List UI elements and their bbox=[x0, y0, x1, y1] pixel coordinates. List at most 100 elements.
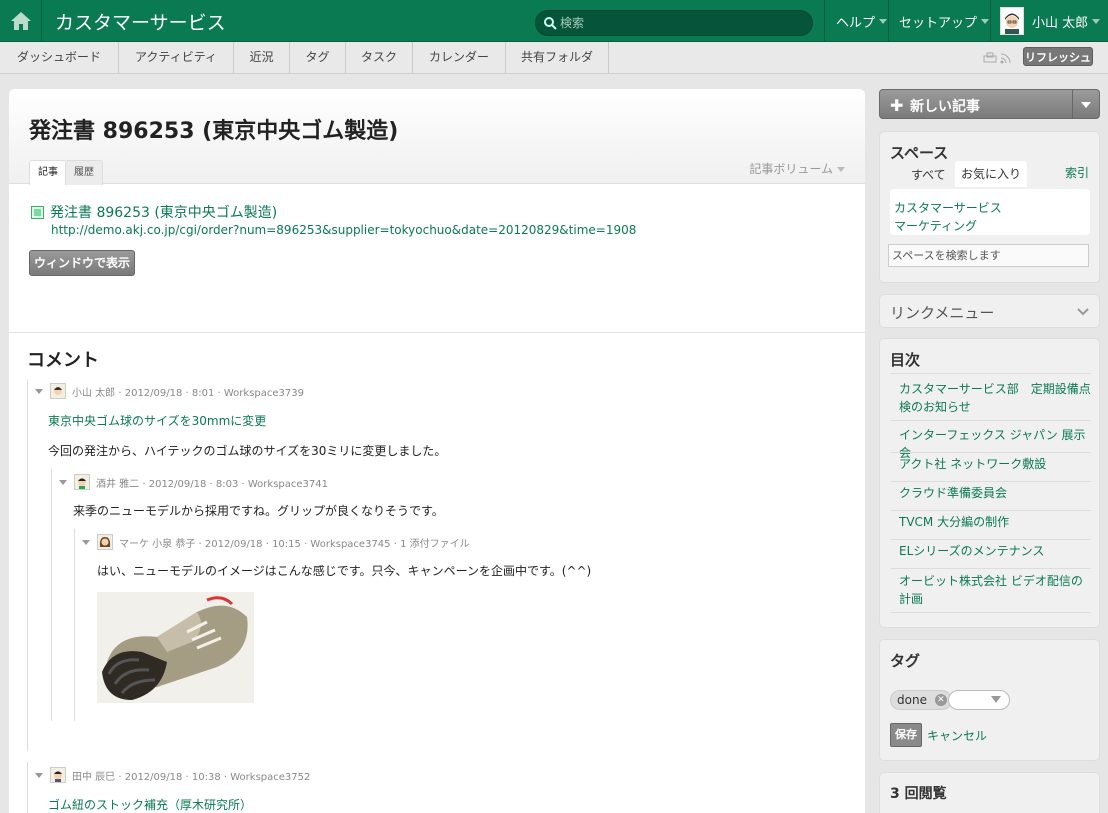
comment-meta-text: 田中 辰巳 · 2012/09/18 · 10:38 · Workspace37… bbox=[72, 771, 311, 783]
chevron-down-icon[interactable] bbox=[1081, 102, 1091, 108]
new-article-label: 新しい記事 bbox=[910, 99, 980, 115]
views-panel: 3 回閲覧 bbox=[879, 772, 1100, 813]
setup-menu[interactable]: セットアップ bbox=[888, 0, 990, 42]
thread-line bbox=[74, 529, 75, 721]
cancel-link[interactable]: キャンセル bbox=[927, 727, 987, 744]
spaces-title: スペース bbox=[890, 144, 949, 162]
comment-meta: マーケ 小泉 恭子 · 2012/09/18 · 10:15 · Workspa… bbox=[82, 534, 470, 550]
app-title[interactable]: カスタマーサービス bbox=[55, 8, 226, 35]
tab-favorite-spaces[interactable]: お気に入り bbox=[955, 161, 1028, 187]
tag-chip: done ✕ bbox=[890, 690, 952, 710]
document-icon bbox=[31, 205, 44, 219]
collapse-icon[interactable] bbox=[59, 479, 67, 485]
search-icon bbox=[544, 17, 557, 30]
chevron-down-icon bbox=[879, 18, 888, 24]
comment-meta-text: 酒井 雅二 · 2012/09/18 · 8:03 · Workspace374… bbox=[96, 478, 328, 490]
toc-title: 目次 bbox=[890, 351, 921, 369]
comment-meta-text: マーケ 小泉 恭子 · 2012/09/18 · 10:15 · Workspa… bbox=[119, 538, 470, 550]
collapse-icon[interactable] bbox=[82, 539, 90, 545]
home-icon[interactable] bbox=[0, 0, 42, 42]
volume-menu[interactable]: 記事ボリューム bbox=[749, 160, 845, 177]
comment-body: はい、ニューモデルのイメージはこんな感じです。只今、キャンペーンを企画中です。(… bbox=[97, 564, 592, 578]
toc-item[interactable]: オービット株式会社 ビデオ配信の計画 bbox=[890, 572, 1091, 613]
link-menu-panel[interactable]: リンクメニュー bbox=[879, 294, 1100, 328]
list-item[interactable]: マーケティング bbox=[894, 217, 977, 234]
chevron-down-icon bbox=[981, 18, 990, 24]
article-url[interactable]: http://demo.akj.co.jp/cgi/order?num=8962… bbox=[51, 223, 636, 237]
attachment-image[interactable] bbox=[97, 592, 254, 703]
avatar bbox=[97, 534, 113, 550]
tab-status[interactable]: 近況 bbox=[234, 42, 290, 73]
close-icon[interactable]: ✕ bbox=[934, 694, 947, 706]
collapse-icon[interactable] bbox=[35, 772, 43, 778]
avatar bbox=[1000, 7, 1024, 35]
list-item[interactable]: カスタマーサービス bbox=[894, 199, 1002, 216]
chevron-down-icon[interactable] bbox=[991, 696, 1001, 703]
chevron-down-icon bbox=[837, 167, 845, 172]
avatar bbox=[50, 383, 66, 399]
open-window-button[interactable]: ウィンドウで表示 bbox=[29, 250, 135, 276]
toc-item[interactable]: カスタマーサービス部 定期設備点検のお知らせ bbox=[890, 380, 1091, 421]
spaces-list: カスタマーサービス マーケティング bbox=[890, 189, 1090, 235]
comment-body: 来季のニューモデルから採用ですね。グリップが良くなりそうです。 bbox=[73, 504, 444, 518]
space-search-input[interactable]: スペースを検索します bbox=[888, 244, 1089, 267]
save-button[interactable]: 保存 bbox=[890, 723, 922, 747]
toc-item[interactable]: アクト社 ネットワーク敷設 bbox=[890, 455, 1091, 482]
refresh-button[interactable]: リフレッシュ bbox=[1023, 47, 1093, 66]
tab-article[interactable]: 記事 bbox=[29, 160, 67, 185]
link-menu-title: リンクメニュー bbox=[890, 304, 995, 322]
nav-icons bbox=[983, 52, 1012, 64]
article-header: 発注書 896253 (東京中央ゴム製造) 記事 履歴 記事ボリューム bbox=[9, 89, 865, 185]
new-article-button[interactable]: ✚ 新しい記事 bbox=[879, 89, 1100, 119]
avatar bbox=[50, 767, 66, 783]
collapse-icon[interactable] bbox=[35, 388, 43, 394]
tag-label: done bbox=[897, 693, 927, 707]
thread-line bbox=[27, 762, 28, 813]
user-menu[interactable]: 小山 太郎 bbox=[990, 0, 1108, 42]
divider bbox=[890, 373, 1091, 374]
tab-history[interactable]: 履歴 bbox=[65, 160, 103, 185]
setup-label: セットアップ bbox=[899, 15, 978, 31]
nav-bar: ダッシュボード アクティビティ 近況 タグ タスク カレンダー 共有フォルダ bbox=[0, 42, 1108, 74]
toc-item[interactable]: TVCM 大分編の制作 bbox=[890, 513, 1091, 540]
comments-title: コメント bbox=[27, 350, 99, 371]
tab-shared-folder[interactable]: 共有フォルダ bbox=[506, 42, 609, 73]
plus-icon: ✚ bbox=[890, 96, 904, 115]
tab-tasks[interactable]: タスク bbox=[346, 42, 413, 73]
comment-meta: 田中 辰巳 · 2012/09/18 · 10:38 · Workspace37… bbox=[35, 767, 310, 783]
help-label: ヘルプ bbox=[836, 15, 876, 31]
comment-meta: 酒井 雅二 · 2012/09/18 · 8:03 · Workspace374… bbox=[59, 474, 328, 490]
toc-panel: 目次 カスタマーサービス部 定期設備点検のお知らせ インターフェックス ジャパン… bbox=[879, 338, 1100, 628]
tags-title: タグ bbox=[890, 652, 921, 670]
comment-subject[interactable]: 東京中央ゴム球のサイズを30mmに変更 bbox=[48, 412, 266, 429]
tab-activity[interactable]: アクティビティ bbox=[119, 42, 234, 73]
toc-item[interactable]: ELシリーズのメンテナンス bbox=[890, 542, 1091, 569]
avatar bbox=[74, 474, 90, 490]
volume-label: 記事ボリューム bbox=[749, 162, 833, 176]
help-menu[interactable]: ヘルプ bbox=[824, 0, 888, 42]
divider bbox=[1072, 90, 1073, 118]
tab-calendar[interactable]: カレンダー bbox=[413, 42, 506, 73]
rss-icon[interactable] bbox=[1000, 52, 1012, 64]
tab-tags[interactable]: タグ bbox=[290, 42, 346, 73]
toc-item[interactable]: インターフェックス ジャパン 展示会 bbox=[890, 426, 1091, 460]
tab-dashboard[interactable]: ダッシュボード bbox=[0, 42, 119, 73]
article-link-title: 発注書 896253 (東京中央ゴム製造) bbox=[50, 205, 278, 221]
tags-panel: タグ done ✕ 保存 キャンセル bbox=[879, 639, 1100, 761]
search-input[interactable] bbox=[560, 14, 805, 32]
toc-item[interactable]: クラウド準備委員会 bbox=[890, 484, 1091, 511]
comment-body: 今回の発注から、ハイテックのゴム球のサイズを30ミリに変更しました。 bbox=[48, 444, 447, 458]
comment-subject[interactable]: ゴム紐のストック補充（厚木研究所） bbox=[48, 796, 252, 813]
chevron-down-icon bbox=[1092, 18, 1101, 24]
thread-line bbox=[51, 469, 52, 721]
index-link[interactable]: 索引 bbox=[1065, 164, 1089, 181]
tab-all-spaces[interactable]: すべて bbox=[911, 166, 946, 183]
article-link[interactable]: 発注書 896253 (東京中央ゴム製造) bbox=[31, 202, 277, 222]
top-bar: カスタマーサービス ヘルプ セットアップ 小山 太郎 bbox=[0, 0, 1108, 42]
search-box[interactable] bbox=[535, 10, 813, 36]
tag-input[interactable] bbox=[948, 690, 1010, 710]
comment-meta-text: 小山 太郎 · 2012/09/18 · 8:01 · Workspace373… bbox=[72, 387, 304, 399]
views-title: 3 回閲覧 bbox=[890, 786, 947, 802]
main-panel: 発注書 896253 (東京中央ゴム製造) 記事 履歴 記事ボリューム 発注書 … bbox=[9, 89, 865, 813]
print-icon[interactable] bbox=[983, 52, 997, 64]
